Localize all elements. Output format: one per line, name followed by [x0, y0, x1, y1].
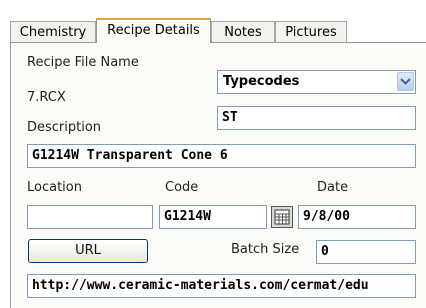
tab-recipe-details[interactable]: Recipe Details: [96, 18, 211, 43]
typecode-field[interactable]: ST: [217, 106, 416, 130]
recipe-file-name-label: Recipe File Name: [27, 55, 139, 70]
description-field[interactable]: G1214W Transparent Cone 6: [27, 144, 416, 168]
recipe-file-name-value: 7.RCX: [27, 90, 66, 105]
batch-size-field[interactable]: 0: [316, 240, 416, 264]
batch-size-label: Batch Size: [231, 242, 300, 257]
chevron-down-icon[interactable]: [397, 72, 414, 91]
tab-chemistry[interactable]: Chemistry: [10, 21, 96, 42]
date-field[interactable]: 9/8/00: [298, 205, 416, 229]
calendar-icon[interactable]: [271, 206, 293, 228]
typecodes-select[interactable]: Typecodes: [217, 70, 416, 94]
tab-notes[interactable]: Notes: [211, 21, 275, 42]
location-field[interactable]: [27, 205, 153, 229]
tab-pictures[interactable]: Pictures: [275, 21, 347, 42]
description-label: Description: [27, 120, 102, 135]
location-label: Location: [27, 180, 82, 195]
url-button[interactable]: URL: [28, 239, 148, 263]
url-field[interactable]: http://www.ceramic-materials.com/cermat/…: [27, 274, 416, 298]
recipe-details-panel: Recipe File Name 7.RCX Typecodes ST Desc…: [10, 42, 426, 308]
code-field[interactable]: G1214W: [159, 205, 267, 229]
code-label: Code: [165, 180, 199, 195]
date-label: Date: [317, 180, 349, 195]
typecodes-select-value: Typecodes: [223, 74, 300, 89]
